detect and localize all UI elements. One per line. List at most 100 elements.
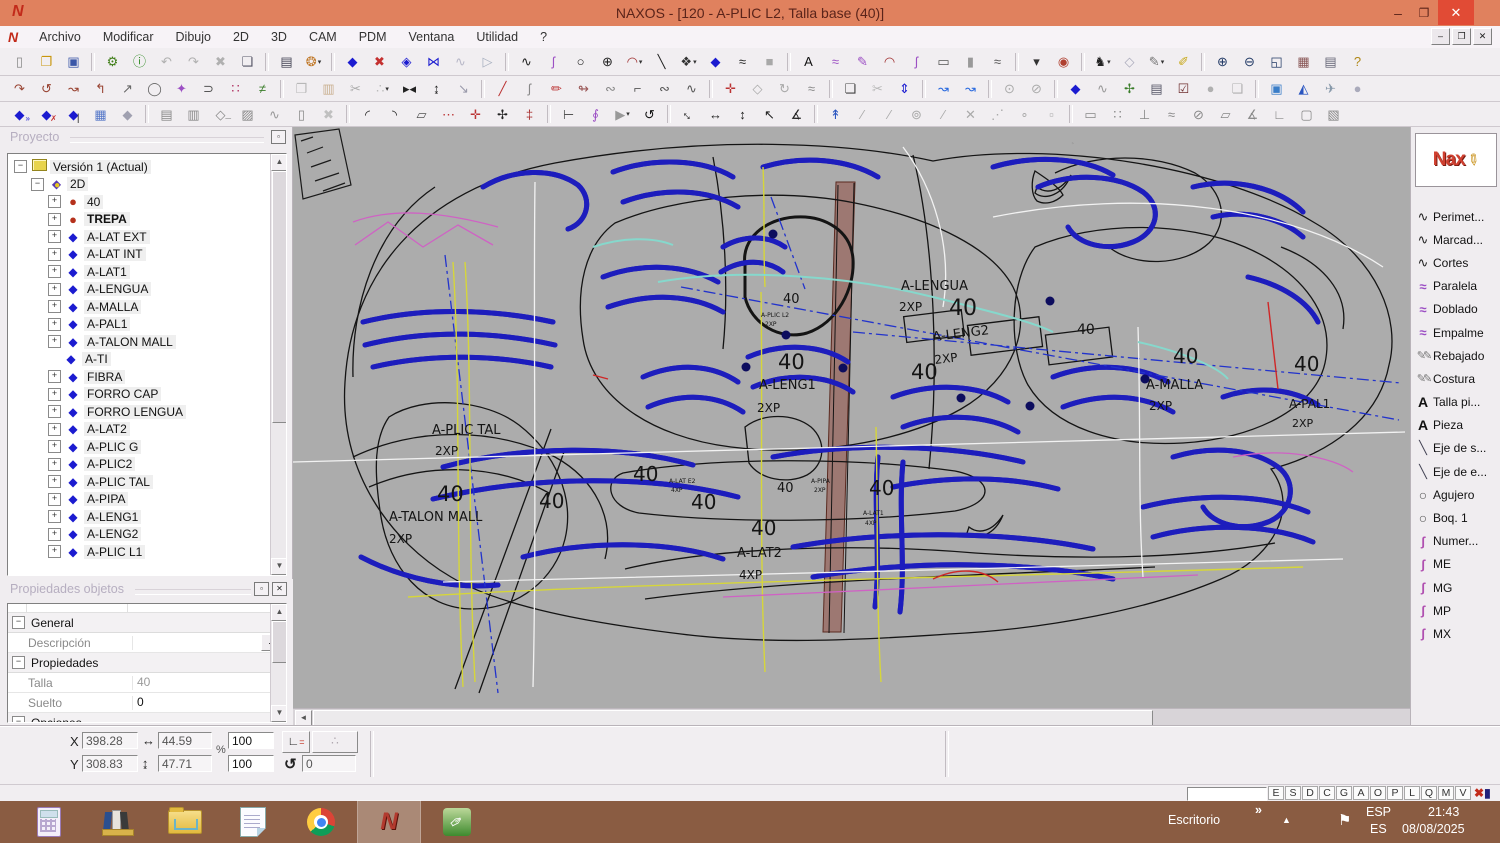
mode-letter-o[interactable]: O xyxy=(1370,786,1386,800)
clock-date[interactable]: 08/08/2025 xyxy=(1402,822,1465,843)
connector-tool-button[interactable]: ⊢ xyxy=(556,104,581,125)
calculator-tool-button[interactable]: ▦ xyxy=(88,104,113,125)
hatch-box-button[interactable]: ▨ xyxy=(235,104,260,125)
paste-button[interactable]: ▥ xyxy=(316,78,341,99)
help-button[interactable]: ? xyxy=(1345,51,1370,72)
tick-marks-button[interactable]: ∷ xyxy=(1105,104,1130,125)
expand-icon[interactable]: + xyxy=(48,230,61,244)
zoom-in-button[interactable]: ⊕ xyxy=(1210,51,1235,72)
tree-item-a-plic-l1[interactable]: + ◆ A-PLIC L1 xyxy=(8,543,286,561)
expand-icon[interactable]: + xyxy=(48,510,61,524)
mode-letter-q[interactable]: Q xyxy=(1421,786,1437,800)
magnify-2-button[interactable]: ⊘ xyxy=(1024,78,1049,99)
expand-icon[interactable]: + xyxy=(48,212,61,226)
tree-item-trepa[interactable]: + ● TREPA xyxy=(8,211,286,229)
mode-letter-v[interactable]: V xyxy=(1455,786,1471,800)
fold-ghost-button[interactable]: ◇ xyxy=(1117,51,1142,72)
collapse-icon[interactable]: − xyxy=(12,716,25,722)
pin-cross-button[interactable]: ✛ xyxy=(718,78,743,99)
menu-item-2d[interactable]: 2D xyxy=(222,30,260,44)
wave-small-button[interactable]: ≈ xyxy=(1159,104,1184,125)
stairs-tool-button[interactable]: ⌐ xyxy=(625,78,650,99)
property-group-opciones[interactable]: − Opciones xyxy=(8,713,286,722)
desktop-toolbar-label[interactable]: Escritorio xyxy=(1168,813,1220,843)
tree-item-a-plic-tal[interactable]: + ◆ A-PLIC TAL xyxy=(8,473,286,491)
dots-select-button[interactable]: ∴ ▾ xyxy=(370,78,395,99)
save-file-button[interactable]: ▣ xyxy=(61,51,86,72)
snap-arrow-button[interactable]: ↘ xyxy=(451,78,476,99)
open-file-button[interactable]: ❐ xyxy=(34,51,59,72)
tool-rebajado[interactable]: ✎✎ Rebajado xyxy=(1413,344,1499,367)
route-tool-button[interactable]: ↬ xyxy=(571,78,596,99)
move-piece-button[interactable]: ◆ xyxy=(340,51,365,72)
tree-item-a-leng1[interactable]: + ◆ A-LENG1 xyxy=(8,508,286,526)
scroll-up-icon[interactable]: ▲ xyxy=(271,154,286,171)
taskbar-file-explorer-button[interactable] xyxy=(154,801,216,843)
expand-icon[interactable]: + xyxy=(48,475,61,489)
scale-y-field[interactable]: 100 xyxy=(228,755,274,772)
more-tools-button[interactable]: ▾ xyxy=(1024,51,1049,72)
new-piece-button[interactable]: ◆ xyxy=(703,51,728,72)
fold-box-button[interactable]: ▱ xyxy=(1213,104,1238,125)
tool-mp[interactable]: ʃ MP xyxy=(1413,599,1499,622)
menu-item--[interactable]: ? xyxy=(529,30,558,44)
collapse-vertical-button[interactable]: ↨ xyxy=(424,78,449,99)
scroll-thumb[interactable] xyxy=(313,710,1153,726)
flip-pair-button[interactable]: ▸◂ xyxy=(397,78,422,99)
pen-nodes-button[interactable]: ʃ xyxy=(517,78,542,99)
ellipse-tool-button[interactable]: ◯ xyxy=(142,78,167,99)
collapse-icon[interactable]: − xyxy=(31,177,44,191)
keyboard-layout[interactable]: ES xyxy=(1370,822,1387,843)
dynamite-button[interactable]: ✏ xyxy=(544,78,569,99)
property-value-field[interactable]: 40 xyxy=(133,674,286,691)
dash-lines-button[interactable]: ≠ xyxy=(250,78,275,99)
image-tool-button[interactable]: ▣ xyxy=(1264,78,1289,99)
point-tool-button[interactable]: ⊕ xyxy=(595,51,620,72)
tool-eje-de-e-[interactable]: ╲ Eje de e... xyxy=(1413,460,1499,483)
tool-cortes[interactable]: ∿ Cortes xyxy=(1413,251,1499,274)
knot-tool-button[interactable]: ∾ xyxy=(652,78,677,99)
expand-icon[interactable]: + xyxy=(48,335,61,349)
pin-point-button[interactable]: ↟ xyxy=(823,104,848,125)
strike-ghost-button[interactable]: ✂ xyxy=(865,78,890,99)
dots-row-button[interactable]: ⋯ xyxy=(436,104,461,125)
wave-arrows-button[interactable]: ≈ xyxy=(799,78,824,99)
new-document-button[interactable]: ▯ xyxy=(7,51,32,72)
tool-eje-de-s-[interactable]: ╲ Eje de s... xyxy=(1413,437,1499,460)
x-coordinate-field[interactable]: 398.28 xyxy=(82,732,138,749)
expand-icon[interactable]: + xyxy=(48,265,61,279)
property-group-propiedades[interactable]: − Propiedades xyxy=(8,653,286,673)
frame-box-button[interactable]: ▢ xyxy=(1294,104,1319,125)
notification-flag-icon[interactable]: ⚑ xyxy=(1338,811,1351,843)
drawing-area[interactable]: 40 A-PLIC L2 2XP A-LENGUA 2XP 40 A-LENG2 2XP 40 A… xyxy=(293,127,1410,726)
properties-panel-titlebar[interactable]: Propiedades objetos ▫ ✕ xyxy=(0,579,293,602)
print-button[interactable]: ▤ xyxy=(1318,51,1343,72)
collapse-icon[interactable]: − xyxy=(14,160,27,174)
tool-me[interactable]: ʃ ME xyxy=(1413,553,1499,576)
curve-tool-button[interactable]: ∿ xyxy=(514,51,539,72)
pen-red-button[interactable]: ╱ xyxy=(490,78,515,99)
text-tool-button[interactable]: A xyxy=(796,51,821,72)
arrow-arc-button[interactable]: ↖ xyxy=(757,104,782,125)
mode-letter-c[interactable]: C xyxy=(1319,786,1335,800)
mode-letter-m[interactable]: M xyxy=(1438,786,1454,800)
plus-dots-button[interactable]: ✛ xyxy=(463,104,488,125)
arc-arrow-1-button[interactable]: ↷ xyxy=(7,78,32,99)
line-node-1-button[interactable]: ∕ xyxy=(850,104,875,125)
center-piece-button[interactable]: ◈ xyxy=(394,51,419,72)
mirror-piece-button[interactable]: ⋈ xyxy=(421,51,446,72)
lasso-pencil-button[interactable]: ✐ xyxy=(1171,51,1196,72)
tree-item-a-lat1[interactable]: + ◆ A-LAT1 xyxy=(8,263,286,281)
cad-drawing[interactable]: 40A-PLIC L22XPA-LENGUA2XP 40A-LENG22XP40A… xyxy=(293,127,1410,708)
angle-measure-button[interactable]: ∡ xyxy=(784,104,809,125)
expand-icon[interactable]: + xyxy=(48,247,61,261)
panel-float-button[interactable]: ▫ xyxy=(254,582,269,596)
expand-icon[interactable]: + xyxy=(48,195,61,209)
circle-node-button[interactable]: ⊚ xyxy=(904,104,929,125)
node-ghost-2-button[interactable]: ∿ xyxy=(262,104,287,125)
mode-letter-d[interactable]: D xyxy=(1302,786,1318,800)
stamp-tool-button[interactable]: ▮ xyxy=(958,51,983,72)
menu-item-cam[interactable]: CAM xyxy=(298,30,348,44)
arrow-wave-blue-button[interactable]: ↝ xyxy=(931,78,956,99)
tree-item-versi-n-1-actual-[interactable]: − Versión 1 (Actual) xyxy=(8,158,286,176)
